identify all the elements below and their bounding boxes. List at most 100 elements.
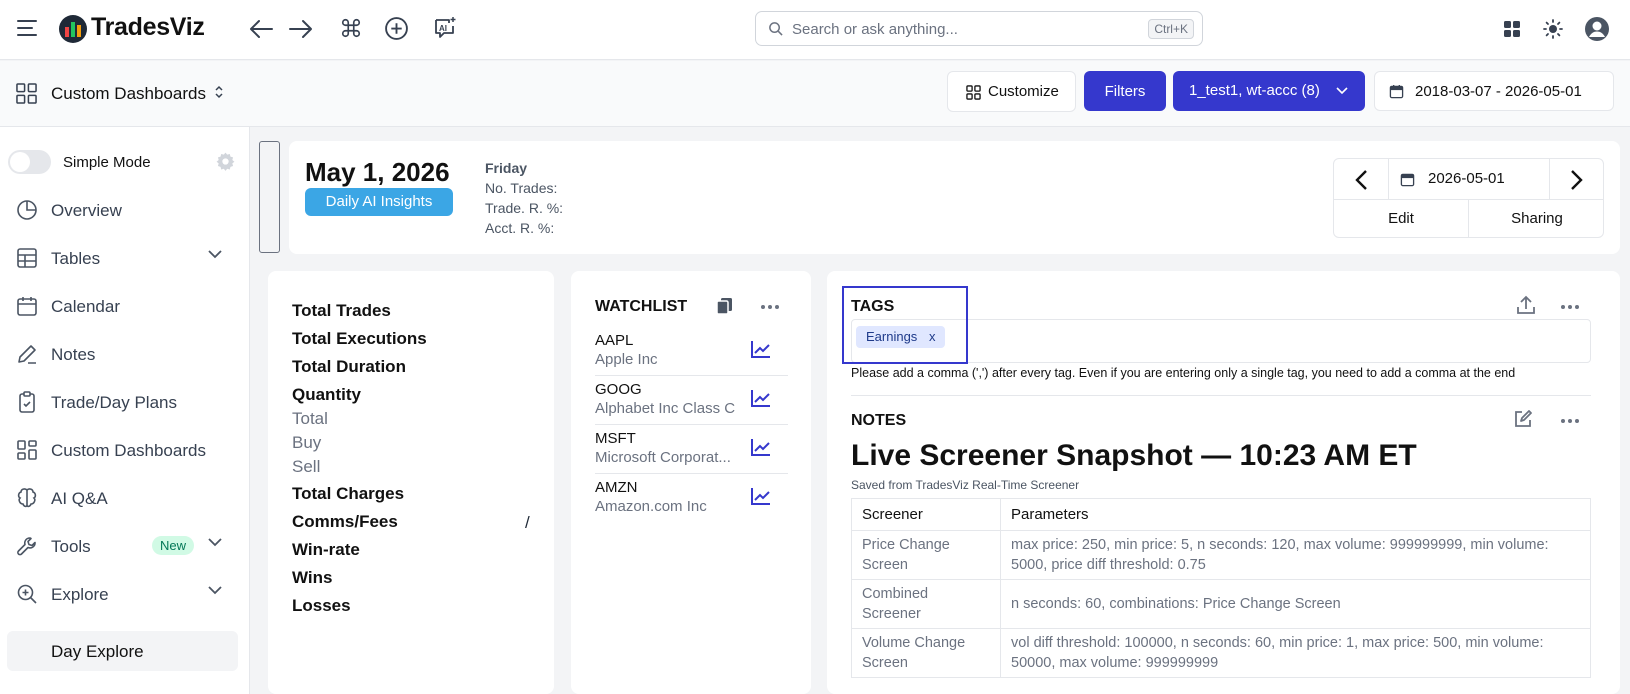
back-arrow-icon[interactable] bbox=[248, 17, 274, 41]
chart-icon[interactable] bbox=[750, 388, 772, 408]
sidebar-item-tables[interactable]: Tables bbox=[0, 238, 250, 278]
next-day-button[interactable] bbox=[1549, 159, 1604, 199]
win-rate-label: Win-rate bbox=[292, 540, 360, 559]
losses-label: Losses bbox=[292, 596, 351, 615]
total-duration-label: Total Duration bbox=[292, 357, 406, 376]
new-badge: New bbox=[152, 536, 195, 555]
sidebar-item-trade-day-plans[interactable]: Trade/Day Plans bbox=[0, 382, 250, 422]
table-row: Price Change Screen max price: 250, min … bbox=[851, 530, 1591, 580]
quantity-total-label: Total bbox=[292, 409, 328, 428]
account-select[interactable]: 1_test1, wt-accc (8) bbox=[1173, 71, 1365, 111]
day-date-input[interactable]: 2026-05-01 bbox=[1390, 159, 1548, 199]
sidebar-item-day-explore[interactable]: Day Explore bbox=[7, 631, 238, 671]
sidebar-item-notes[interactable]: Notes bbox=[0, 334, 250, 374]
logo-icon bbox=[57, 13, 89, 45]
watchlist-company: Amazon.com Inc bbox=[595, 498, 707, 515]
add-circle-icon[interactable] bbox=[384, 16, 409, 41]
chevron-down-icon bbox=[1336, 87, 1348, 95]
chevron-left-icon bbox=[1354, 169, 1368, 191]
copy-icon[interactable] bbox=[716, 297, 733, 315]
daily-ai-insights-button[interactable]: Daily AI Insights bbox=[305, 188, 453, 216]
sidebar-item-overview[interactable]: Overview bbox=[0, 190, 250, 230]
table-cell: Price Change Screen bbox=[851, 530, 1001, 580]
customize-button[interactable]: Customize bbox=[947, 71, 1076, 112]
total-charges-label: Total Charges bbox=[292, 484, 405, 503]
sidebar-item-tools[interactable]: Tools New bbox=[0, 526, 250, 566]
quantity-buy-label: Buy bbox=[292, 433, 322, 452]
clipboard-icon bbox=[16, 391, 38, 413]
sidebar-item-calendar[interactable]: Calendar bbox=[0, 286, 250, 326]
app-name[interactable]: TradesViz bbox=[91, 13, 205, 42]
sidebar-item-label: Notes bbox=[51, 345, 96, 364]
watchlist-item[interactable]: AAPL Apple Inc bbox=[595, 327, 788, 376]
chart-icon[interactable] bbox=[750, 437, 772, 457]
more-icon[interactable] bbox=[1561, 305, 1579, 309]
wrench-icon bbox=[16, 535, 38, 557]
comms-fees-value: / bbox=[525, 513, 530, 532]
sharing-button[interactable]: Sharing bbox=[1470, 200, 1604, 238]
notes-title: NOTES bbox=[851, 412, 907, 429]
sidebar-item-label: AI Q&A bbox=[51, 489, 108, 508]
total-executions-label: Total Executions bbox=[292, 329, 427, 348]
collapse-handle[interactable] bbox=[259, 141, 280, 253]
user-avatar-icon[interactable] bbox=[1584, 16, 1610, 42]
theme-sun-icon[interactable] bbox=[1543, 19, 1563, 39]
search-input[interactable]: Search or ask anything... Ctrl+K bbox=[755, 11, 1203, 46]
sidebar-item-ai-qa[interactable]: AI Q&A bbox=[0, 478, 250, 518]
share-icon[interactable] bbox=[1516, 295, 1536, 315]
note-subtitle: Saved from TradesViz Real-Time Screener bbox=[851, 478, 1080, 492]
calendar-icon bbox=[1400, 172, 1415, 187]
stats-card: Total Trades Total Executions Total Dura… bbox=[268, 271, 554, 694]
watchlist-symbol: MSFT bbox=[595, 430, 636, 447]
customize-label: Customize bbox=[988, 83, 1059, 100]
search-icon bbox=[768, 21, 783, 36]
command-icon[interactable] bbox=[340, 17, 362, 39]
total-trades-label: Total Trades bbox=[292, 301, 391, 320]
chevron-down-icon[interactable] bbox=[208, 250, 222, 259]
chart-icon[interactable] bbox=[750, 486, 772, 506]
tags-hint: Please add a comma (',') after every tag… bbox=[851, 366, 1516, 380]
more-icon[interactable] bbox=[761, 305, 779, 309]
note-heading: Live Screener Snapshot — 10:23 AM ET bbox=[851, 439, 1417, 472]
prev-day-button[interactable] bbox=[1334, 159, 1389, 199]
watchlist-item[interactable]: GOOG Alphabet Inc Class C bbox=[595, 376, 788, 425]
filters-button[interactable]: Filters bbox=[1084, 71, 1166, 111]
dashboard-title[interactable]: Custom Dashboards bbox=[51, 84, 206, 104]
chevron-up-down-icon[interactable] bbox=[213, 84, 225, 100]
dashboard-toolbar: Custom Dashboards Customize Filters 1_te… bbox=[0, 61, 1630, 127]
quantity-sell-label: Sell bbox=[292, 457, 321, 476]
tags-notes-card: TAGS Earnings x Please add a comma (',')… bbox=[827, 271, 1620, 694]
table-cell: n seconds: 60, combinations: Price Chang… bbox=[1000, 579, 1591, 629]
chevron-down-icon[interactable] bbox=[208, 586, 222, 595]
simple-mode-toggle[interactable] bbox=[8, 150, 51, 174]
ai-chat-icon[interactable]: AI bbox=[432, 15, 458, 41]
menu-icon[interactable] bbox=[17, 19, 37, 37]
calendar-icon bbox=[1389, 84, 1404, 99]
sidebar-item-label: Calendar bbox=[51, 297, 120, 316]
watchlist-company: Microsoft Corporat... bbox=[595, 449, 731, 466]
watchlist-item[interactable]: AMZN Amazon.com Inc bbox=[595, 474, 788, 523]
sidebar-item-label: Trade/Day Plans bbox=[51, 393, 177, 412]
more-icon[interactable] bbox=[1561, 419, 1579, 423]
table-row: Combined Screener n seconds: 60, combina… bbox=[851, 579, 1591, 629]
quantity-label: Quantity bbox=[292, 385, 361, 404]
gear-icon[interactable] bbox=[215, 151, 236, 172]
apps-grid-icon[interactable] bbox=[1503, 20, 1521, 38]
edit-button[interactable]: Edit bbox=[1334, 200, 1469, 238]
date-range-label: 2018-03-07 - 2026-05-01 bbox=[1415, 83, 1582, 100]
date-range-picker[interactable]: 2018-03-07 - 2026-05-01 bbox=[1374, 71, 1614, 111]
sidebar-item-custom-dashboards[interactable]: Custom Dashboards bbox=[0, 430, 250, 470]
watchlist-item[interactable]: MSFT Microsoft Corporat... bbox=[595, 425, 788, 474]
chevron-down-icon[interactable] bbox=[208, 538, 222, 547]
chevron-right-icon bbox=[1570, 169, 1584, 191]
watchlist-company: Apple Inc bbox=[595, 351, 658, 368]
chart-icon[interactable] bbox=[750, 339, 772, 359]
trade-r-label: Trade. R. %: bbox=[485, 200, 564, 216]
zoom-icon bbox=[16, 583, 38, 605]
edit-note-icon[interactable] bbox=[1513, 409, 1533, 429]
watchlist-card: WATCHLIST AAPL Apple Inc GOOG Alphabet I… bbox=[571, 271, 811, 694]
forward-arrow-icon[interactable] bbox=[288, 17, 314, 41]
sidebar-item-explore[interactable]: Explore bbox=[0, 574, 250, 614]
comms-fees-label: Comms/Fees bbox=[292, 512, 398, 531]
watchlist-company: Alphabet Inc Class C bbox=[595, 400, 736, 417]
